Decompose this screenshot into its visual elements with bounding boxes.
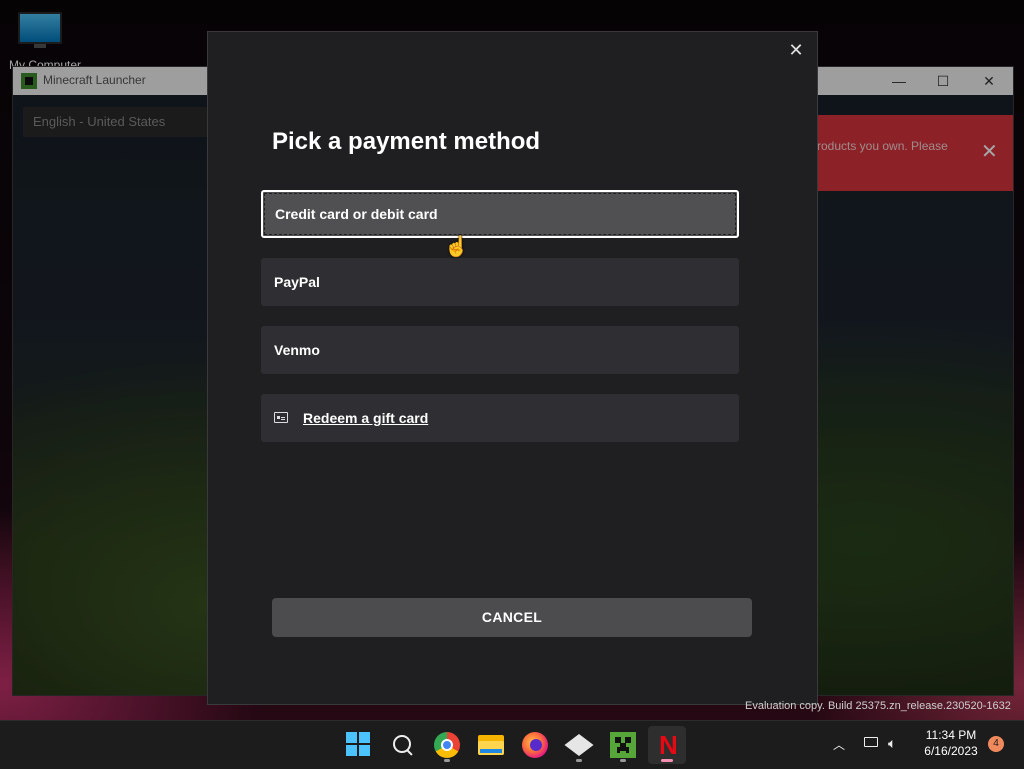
speaker-icon[interactable]: 🔈︎ [888,735,896,752]
file-explorer-icon[interactable] [478,732,504,758]
cancel-button[interactable]: CANCEL [272,598,752,637]
option-venmo[interactable]: Venmo [261,326,739,374]
clock-time: 11:34 PM [925,728,977,742]
gift-card-icon [274,412,288,423]
chevron-up-icon[interactable]: ︿ [833,736,845,753]
option-label: Credit card or debit card [275,206,438,222]
system-clock[interactable]: 11:34 PM 6/16/2023 [910,727,992,759]
evaluation-watermark: Evaluation copy. Build 25375.zn_release.… [745,700,1011,712]
firefox-icon[interactable] [522,732,548,758]
option-label: PayPal [274,274,320,290]
chrome-icon[interactable] [434,732,460,758]
hand-cursor-icon: ☝ [444,236,469,258]
search-icon[interactable] [390,732,416,758]
gift-card-label: Redeem a gift card [303,410,429,426]
network-icon[interactable] [864,737,878,747]
netflix-icon[interactable]: N [648,726,686,764]
redeem-gift-card-link[interactable]: Redeem a gift card [261,394,739,442]
option-label: Venmo [274,342,320,358]
clock-date: 6/16/2023 [924,744,978,758]
minecraft-icon[interactable] [610,732,636,758]
option-credit-card[interactable]: Credit card or debit card [261,190,739,238]
dialog-close-button[interactable]: ✕ [786,40,806,60]
dialog-title: Pick a payment method [272,128,541,155]
option-paypal[interactable]: PayPal [261,258,739,306]
notification-badge[interactable]: 4 [988,736,1004,752]
windows-start-icon[interactable] [346,732,372,758]
payment-method-dialog: ✕ Pick a payment method Credit card or d… [207,31,818,705]
package-icon[interactable] [564,732,594,758]
